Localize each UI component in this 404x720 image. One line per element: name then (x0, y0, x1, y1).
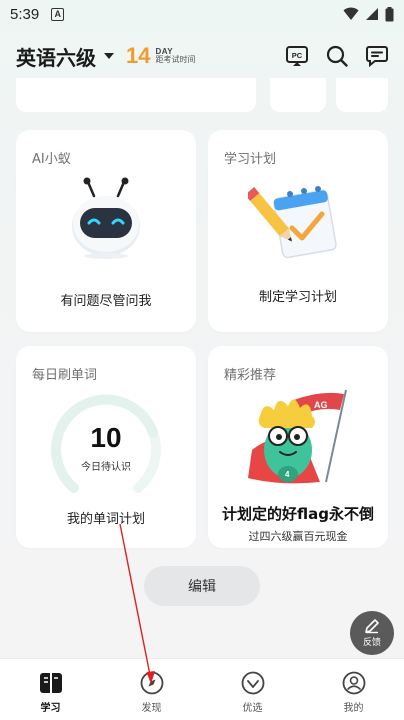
svg-text:PC: PC (292, 51, 303, 60)
book-icon (38, 670, 64, 696)
card-title: AI小蚁 (32, 152, 71, 167)
feedback-label: 反馈 (362, 638, 381, 648)
edit-button[interactable]: 编辑 (144, 566, 260, 606)
countdown-desc: 距考试时间 (155, 55, 196, 64)
pending-label: 今日待认识 (81, 462, 131, 473)
pc-icon[interactable]: PC (284, 43, 310, 69)
nav-label: 学习 (40, 702, 61, 714)
nav-label: 我的 (343, 702, 364, 714)
top-card-strip (16, 78, 388, 114)
promo-subline: 过四六级赢百元现金 (248, 530, 348, 543)
pencil-icon (365, 619, 379, 634)
card-caption: 有问题尽管问我 (60, 294, 152, 309)
promo-headline: 计划定的好flag永不倒 (222, 505, 374, 523)
svg-text:AG: AG (314, 400, 328, 410)
exam-countdown: 14 DAY 距考试时间 (126, 43, 195, 69)
nav-label: 发现 (141, 702, 162, 714)
message-icon[interactable] (364, 43, 390, 69)
pending-count: 10 (90, 422, 122, 453)
notification-icon: A (51, 7, 65, 21)
feedback-button[interactable]: 反馈 (350, 611, 394, 655)
card-title: 每日刷单词 (32, 368, 98, 383)
status-indicators (343, 6, 394, 22)
calendar-pencil-icon (248, 186, 337, 259)
chevron-down-icon[interactable] (104, 53, 114, 59)
nav-item-select[interactable]: 优选 (202, 659, 303, 720)
signal-icon (366, 8, 378, 20)
status-bar: 5:39 A (0, 0, 404, 28)
nav-item-study[interactable]: 学习 (0, 659, 101, 720)
diamond-icon (240, 670, 266, 696)
battery-icon (385, 6, 394, 21)
card-caption: 我的单词计划 (66, 512, 145, 527)
flag-mascot-icon: AG 4 (248, 389, 347, 484)
search-icon[interactable] (324, 43, 350, 69)
compass-icon (139, 670, 165, 696)
countdown-number: 14 (126, 43, 151, 68)
partial-card[interactable] (336, 78, 388, 112)
robot-icon (72, 177, 140, 259)
nav-item-mine[interactable]: 我的 (303, 659, 404, 720)
bottom-nav: 学习 发现 优选 我的 (0, 658, 404, 720)
nav-item-discover[interactable]: 发现 (101, 659, 202, 720)
recommend-card[interactable]: 精彩推荐 AG 4 计划定的好flag永不倒 过四六级赢百元现金 (208, 346, 388, 548)
exam-selector[interactable]: 英语六级 (16, 42, 96, 71)
partial-card[interactable] (270, 78, 326, 112)
card-title: 精彩推荐 (224, 368, 277, 383)
partial-card[interactable] (16, 78, 256, 112)
svg-text:4: 4 (285, 470, 290, 479)
card-title: 学习计划 (224, 152, 277, 167)
status-time: 5:39 (10, 5, 40, 23)
profile-icon (341, 670, 367, 696)
nav-label: 优选 (242, 702, 263, 714)
header: 英语六级 14 DAY 距考试时间 PC (0, 36, 404, 76)
ai-assistant-card[interactable]: AI小蚁 有问题尽管问我 (16, 130, 196, 332)
study-plan-card[interactable]: 学习计划 制定学习计划 (208, 130, 388, 332)
daily-words-card[interactable]: 每日刷单词 10 今日待认识 我的单词计划 (16, 346, 196, 548)
wifi-icon (343, 7, 359, 20)
card-caption: 制定学习计划 (258, 290, 337, 305)
